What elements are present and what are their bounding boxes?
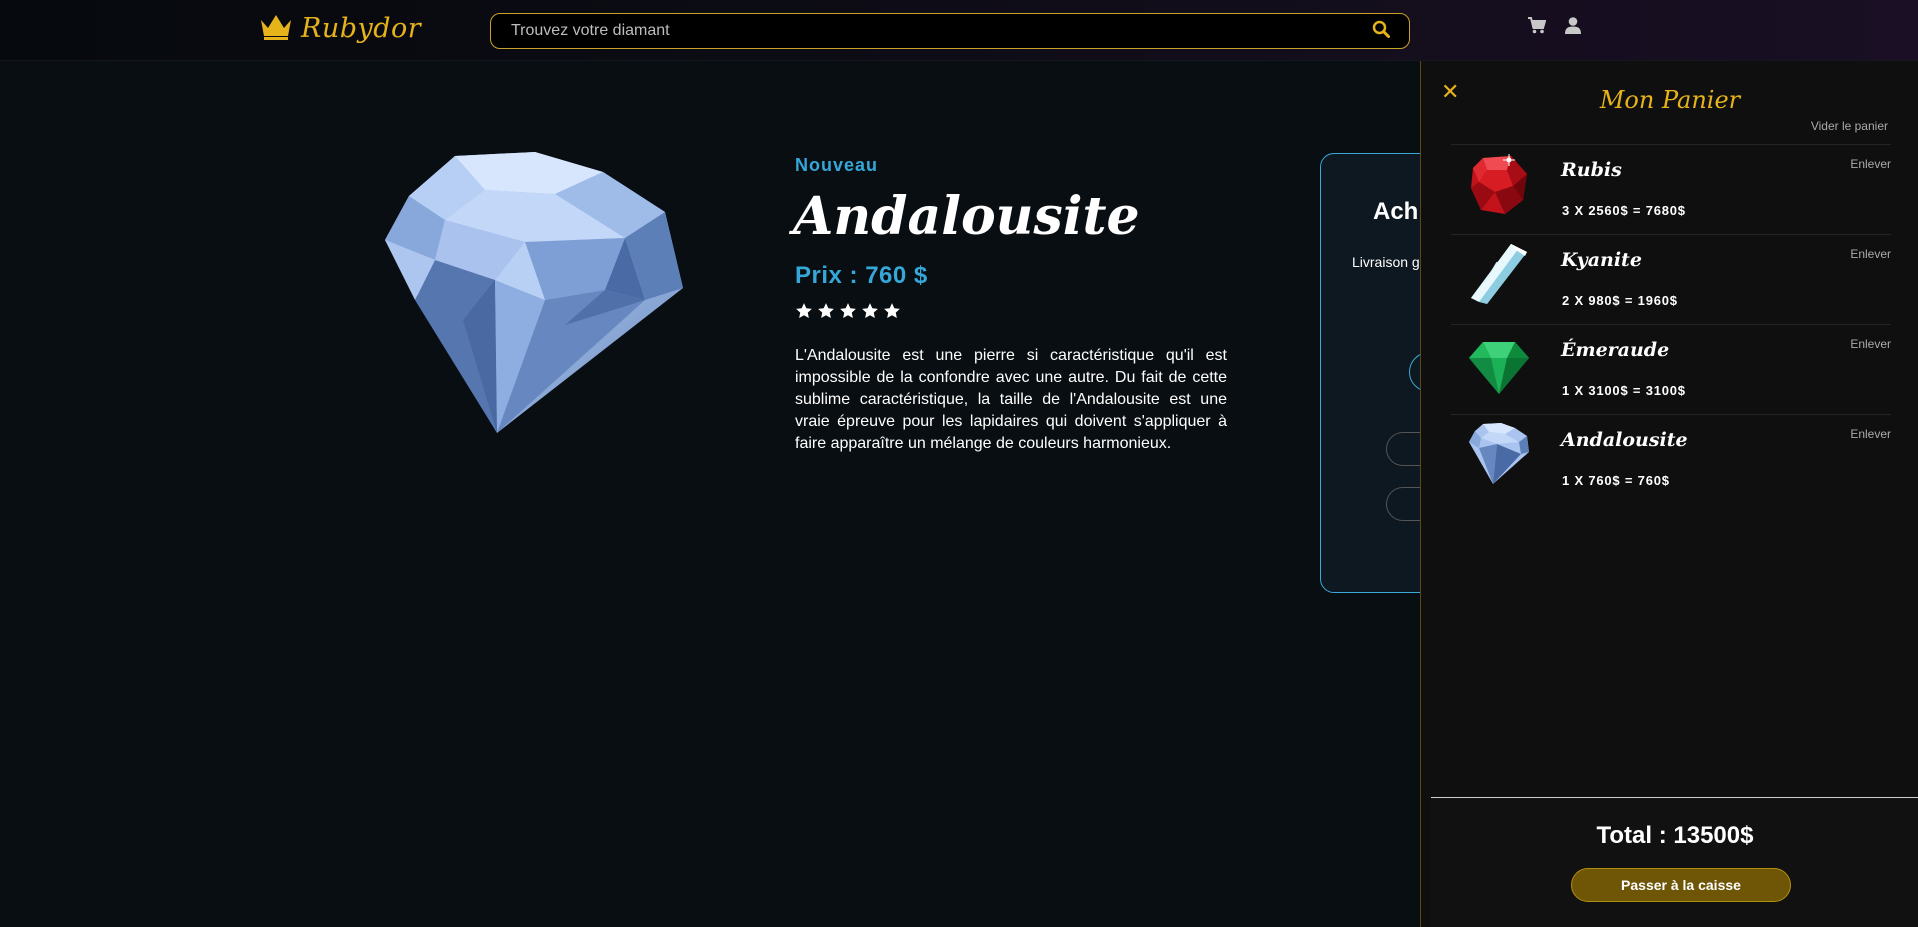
diamond-image bbox=[1467, 422, 1531, 486]
remove-item-link[interactable]: Enlever bbox=[1850, 157, 1891, 171]
top-header: Rubydor bbox=[0, 0, 1918, 61]
user-icon bbox=[1565, 17, 1581, 39]
cart-item-subtotal: 1 X 760$ = 760$ bbox=[1562, 473, 1670, 488]
new-badge: Nouveau bbox=[795, 155, 879, 175]
star-icon bbox=[817, 302, 835, 325]
cart-total: Total : 13500$ bbox=[1596, 822, 1754, 849]
star-icon bbox=[861, 302, 879, 325]
search-icon bbox=[1372, 20, 1390, 43]
brand-name: Rubydor bbox=[301, 13, 422, 44]
search-input[interactable] bbox=[491, 22, 1361, 40]
cart-panel: ✕ Mon Panier Vider le panier Rubis 3 X 2… bbox=[1420, 61, 1918, 927]
rating-stars bbox=[795, 302, 901, 325]
cart-item-name: Andalousite bbox=[1561, 429, 1688, 451]
account-button[interactable] bbox=[1563, 17, 1583, 39]
search-button[interactable] bbox=[1361, 14, 1401, 48]
remove-item-link[interactable]: Enlever bbox=[1850, 337, 1891, 351]
kyanite-image bbox=[1467, 242, 1531, 306]
product-price: Prix : 760 $ bbox=[795, 262, 928, 289]
cart-item-name: Rubis bbox=[1561, 159, 1622, 181]
product-title: Andalousite bbox=[793, 186, 1140, 247]
cart-item: Émeraude 1 X 3100$ = 3100$ Enlever bbox=[1451, 324, 1891, 414]
cart-items-list: Rubis 3 X 2560$ = 7680$ Enlever Kyanite … bbox=[1451, 144, 1891, 504]
purchase-title: Ach bbox=[1373, 198, 1419, 225]
crown-icon bbox=[259, 12, 293, 45]
shipping-text: Livraison g bbox=[1352, 254, 1420, 270]
clear-cart-link[interactable]: Vider le panier bbox=[1811, 119, 1888, 133]
emerald-image bbox=[1467, 332, 1531, 396]
ruby-image bbox=[1467, 152, 1531, 216]
cart-item: Rubis 3 X 2560$ = 7680$ Enlever bbox=[1451, 144, 1891, 234]
cart-footer: Total : 13500$ Passer à la caisse bbox=[1431, 797, 1918, 927]
cart-item-subtotal: 2 X 980$ = 1960$ bbox=[1562, 293, 1678, 308]
cart-item-name: Émeraude bbox=[1561, 339, 1670, 361]
remove-item-link[interactable]: Enlever bbox=[1850, 247, 1891, 261]
cart-icon bbox=[1528, 17, 1547, 39]
cart-item: Kyanite 2 X 980$ = 1960$ Enlever bbox=[1451, 234, 1891, 324]
cart-item: Andalousite 1 X 760$ = 760$ Enlever bbox=[1451, 414, 1891, 504]
cart-item-name: Kyanite bbox=[1561, 249, 1642, 271]
cart-item-subtotal: 3 X 2560$ = 7680$ bbox=[1562, 203, 1686, 218]
cart-item-subtotal: 1 X 3100$ = 3100$ bbox=[1562, 383, 1686, 398]
search-bar bbox=[490, 13, 1410, 49]
star-icon bbox=[839, 302, 857, 325]
product-image bbox=[375, 150, 695, 440]
product-description: L'Andalousite est une pierre si caractér… bbox=[795, 347, 1227, 452]
star-icon bbox=[795, 302, 813, 325]
checkout-button[interactable]: Passer à la caisse bbox=[1571, 868, 1791, 902]
cart-title: Mon Panier bbox=[1599, 86, 1741, 114]
star-icon bbox=[883, 302, 901, 325]
brand-logo[interactable]: Rubydor bbox=[259, 12, 421, 45]
remove-item-link[interactable]: Enlever bbox=[1850, 427, 1891, 441]
cart-button[interactable] bbox=[1527, 17, 1547, 39]
